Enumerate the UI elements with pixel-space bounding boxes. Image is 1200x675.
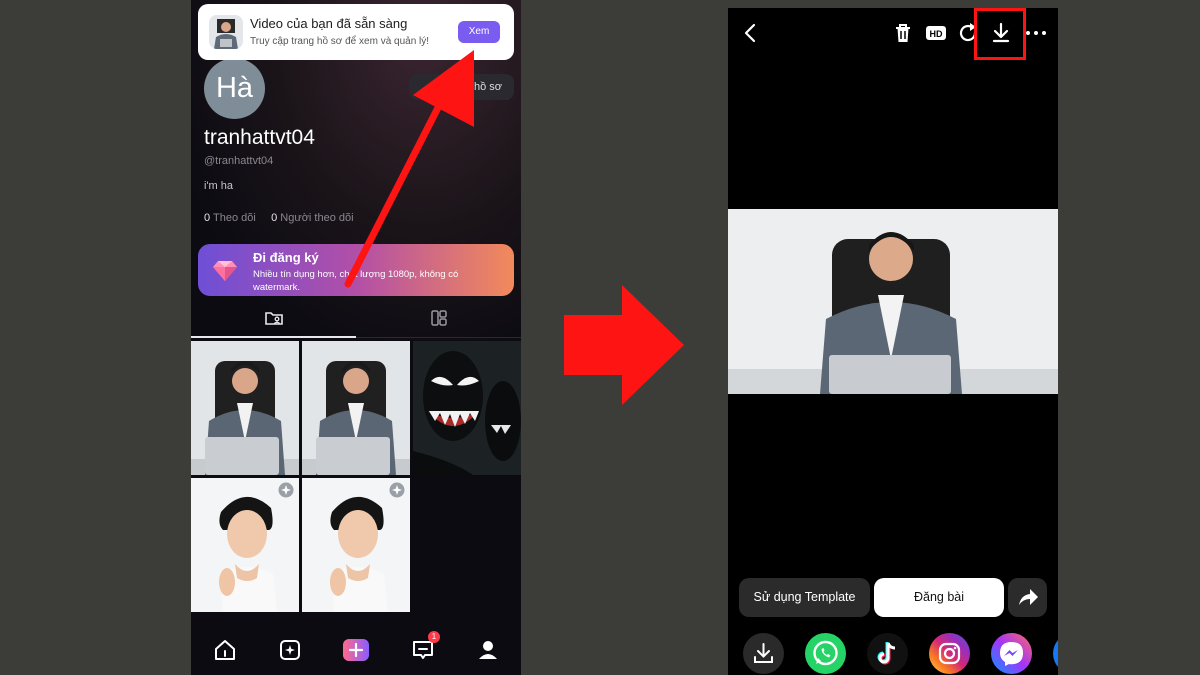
transition-arrow	[564, 285, 684, 405]
ai-studio-icon[interactable]	[277, 637, 303, 663]
back-icon[interactable]	[739, 21, 763, 45]
action-row: Sử dụng Template Đăng bài	[728, 578, 1058, 618]
profile-icon[interactable]	[475, 637, 501, 663]
share-facebook-button[interactable]	[1053, 633, 1058, 674]
use-template-button[interactable]: Sử dụng Template	[739, 578, 870, 617]
video-player[interactable]	[728, 209, 1058, 394]
home-icon[interactable]	[212, 637, 238, 663]
ai-badge-icon	[389, 482, 405, 498]
video-thumbnail[interactable]	[302, 341, 410, 475]
share-targets	[728, 632, 1058, 675]
share-whatsapp-button[interactable]	[805, 633, 846, 674]
video-thumbnail[interactable]	[191, 341, 299, 475]
share-instagram-button[interactable]	[929, 633, 970, 674]
image-thumbnail[interactable]	[302, 478, 410, 612]
annotation-arrow	[344, 50, 474, 288]
video-preview-screen: HD Sử dụng Template Đăng bài	[728, 8, 1058, 675]
profile-screen: Video của bạn đã sẵn sàng Truy cập trang…	[191, 0, 521, 675]
share-messenger-button[interactable]	[991, 633, 1032, 674]
create-button[interactable]	[343, 639, 369, 661]
profile-tabs	[191, 304, 521, 338]
download-highlight-box	[974, 8, 1026, 60]
layout-grid-icon	[431, 310, 447, 326]
hd-icon[interactable]: HD	[924, 21, 948, 45]
share-download-button[interactable]	[743, 633, 784, 674]
share-arrow-icon	[1019, 589, 1038, 605]
folder-user-icon	[265, 312, 283, 325]
tab-my-videos[interactable]	[191, 304, 356, 338]
messenger-icon	[1000, 642, 1023, 666]
tiktok-icon	[877, 642, 896, 665]
ai-badge-icon	[278, 482, 294, 498]
share-button[interactable]	[1008, 578, 1047, 617]
bottom-navigation: 1	[191, 625, 521, 675]
trash-icon[interactable]	[891, 21, 915, 45]
video-thumbnail[interactable]	[413, 341, 521, 475]
more-icon[interactable]	[1024, 21, 1048, 45]
messages-nav[interactable]: 1	[410, 631, 440, 663]
share-tiktok-button[interactable]	[867, 633, 908, 674]
svg-text:HD: HD	[930, 29, 943, 39]
notification-badge: 1	[428, 631, 440, 643]
tab-templates[interactable]	[356, 304, 521, 338]
plus-icon	[348, 642, 364, 658]
download-tray-icon	[754, 643, 773, 663]
whatsapp-icon	[813, 640, 838, 666]
instagram-icon	[938, 642, 961, 665]
post-button[interactable]: Đăng bài	[874, 578, 1004, 617]
image-thumbnail[interactable]	[191, 478, 299, 612]
